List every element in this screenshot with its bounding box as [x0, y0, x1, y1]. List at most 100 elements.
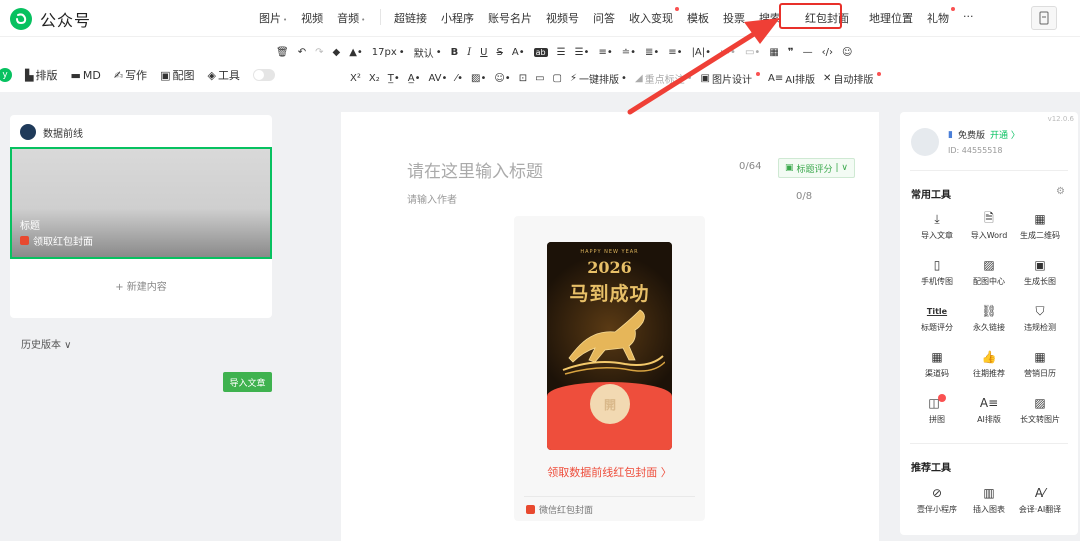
tool-ai-translate[interactable]: A⁄ 会译·AI翻译 — [1014, 484, 1066, 515]
subscript-icon[interactable]: X₂ — [369, 73, 380, 84]
nav-hyperlink[interactable]: 超链接 — [387, 8, 434, 28]
nav-monetize[interactable]: 收入变现 — [622, 7, 680, 28]
tab-layout[interactable]: ▙ 排版 — [25, 67, 57, 83]
tab-tools[interactable]: ◈ 工具 — [207, 67, 239, 83]
nav-gift[interactable]: 礼物 — [920, 7, 956, 28]
font-effect-icon[interactable]: A̲• — [408, 73, 421, 84]
tool-channel-code[interactable]: ▦ 渠道码 — [911, 348, 963, 379]
tool-import-word[interactable]: 🗎 导入Word — [963, 210, 1015, 241]
line-height-icon[interactable]: ≐• — [622, 47, 636, 58]
text-style-icon[interactable]: T̲• — [388, 73, 400, 84]
find-replace-icon[interactable]: ⊡ — [519, 73, 527, 84]
author-input[interactable]: 请输入作者 — [407, 191, 457, 206]
red-packet-icon — [526, 505, 535, 514]
tab-illustration[interactable]: ▣ 配图 — [160, 67, 194, 83]
logo[interactable]: 公众号 — [10, 7, 91, 31]
code-icon[interactable]: ‹/› — [822, 47, 833, 58]
background-color-icon[interactable]: ab — [533, 48, 548, 57]
superscript-icon[interactable]: X² — [350, 73, 361, 84]
undo-icon[interactable]: ↶ — [298, 47, 306, 58]
font-family-select[interactable]: 默认 • — [414, 45, 442, 60]
magic-wand-icon[interactable]: ⁄• — [455, 73, 463, 84]
italic-icon[interactable]: I — [467, 47, 471, 58]
tool-ai-layout[interactable]: A≡ AI排版 — [963, 394, 1015, 425]
tool-title-score[interactable]: Title 标题评分 — [911, 302, 963, 333]
tool-marketing-calendar[interactable]: ▦ 营销日历 — [1014, 348, 1066, 379]
clipboard-icon[interactable]: ▢ — [553, 73, 562, 84]
nav-mini-program[interactable]: 小程序 — [434, 8, 481, 28]
paragraph-spacing-icon[interactable]: ≡• — [668, 47, 682, 58]
import-article-button[interactable]: 导入文章 — [223, 372, 272, 392]
tool-phone-upload[interactable]: ▯ 手机传图 — [911, 256, 963, 287]
new-dot — [877, 71, 882, 76]
markdown-icon: ▬ — [70, 68, 81, 82]
ordered-list-icon[interactable]: ☰• — [575, 47, 590, 58]
margin-icon[interactable]: ≔• — [720, 47, 736, 58]
tab-markdown[interactable]: ▬ MD — [70, 69, 100, 82]
paint-bucket-icon[interactable]: ▲• — [349, 47, 363, 58]
new-dot — [675, 7, 679, 11]
nav-audio[interactable]: 音频 • — [330, 8, 372, 28]
nav-location[interactable]: 地理位置 — [862, 8, 920, 28]
auto-layout-button[interactable]: ✕ 自动排版 — [823, 71, 873, 86]
tool-puzzle[interactable]: ◫ 拼图 — [911, 394, 963, 425]
html-icon[interactable]: ▭ — [535, 73, 544, 84]
letter-spacing-icon[interactable]: |A|• — [692, 47, 711, 58]
nav-account-card[interactable]: 账号名片 — [481, 8, 539, 28]
bold-icon[interactable]: B — [451, 47, 459, 58]
red-packet-cover-card[interactable]: HAPPY NEW YEAR 2026 马到成功 開 领取数据前线红包封面 〉 … — [514, 216, 705, 521]
ai-layout-button[interactable]: A≡ AI排版 — [768, 71, 815, 86]
quote-icon[interactable]: ❞ — [788, 47, 794, 58]
tool-permanent-link[interactable]: ⛓ 永久链接 — [963, 302, 1015, 333]
nav-vote[interactable]: 投票 — [716, 8, 752, 28]
gear-icon[interactable]: ⚙ — [1056, 186, 1065, 197]
tool-import-article[interactable]: ⤓ 导入文章 — [911, 210, 963, 241]
table-icon[interactable]: ▦ — [769, 47, 778, 58]
tools-toggle[interactable] — [252, 69, 275, 81]
divider-style-icon[interactable]: ▭• — [745, 47, 760, 58]
list-icon[interactable]: ☰ — [557, 47, 566, 58]
sticker-icon[interactable]: ☺• — [494, 73, 510, 84]
underline-icon[interactable]: U — [480, 47, 487, 58]
tool-insert-chart[interactable]: ▥ 插入图表 — [963, 484, 1015, 515]
nav-video[interactable]: 视频 — [294, 8, 330, 28]
indent-icon[interactable]: ≣• — [645, 47, 659, 58]
tool-generate-qrcode[interactable]: ▦ 生成二维码 — [1014, 210, 1066, 241]
emoji-icon[interactable]: ☺ — [842, 47, 852, 58]
tool-mini-program[interactable]: ⊘ 壹伴小程序 — [911, 484, 963, 515]
title-input[interactable]: 请在这里输入标题 — [407, 157, 543, 182]
nav-image[interactable]: 图片 • — [252, 8, 294, 28]
clear-format-icon[interactable]: 🗑 — [276, 47, 289, 58]
nav-more[interactable]: ··· — [956, 8, 981, 28]
format-painter-icon[interactable]: ◆ — [332, 47, 340, 58]
tool-violation-check[interactable]: ⛉ 违规检测 — [1014, 302, 1066, 333]
nav-channels[interactable]: 视频号 — [539, 8, 586, 28]
tool-long-image[interactable]: ▣ 生成长图 — [1014, 256, 1066, 287]
word-icon: 🗎 — [984, 210, 994, 225]
horizontal-rule-icon[interactable]: — — [803, 47, 813, 58]
new-content-button[interactable]: + 新建内容 — [10, 278, 272, 293]
image-design-button[interactable]: ▣ 图片设计 — [701, 71, 752, 86]
align-icon[interactable]: ≡• — [598, 47, 612, 58]
tool-text-to-image[interactable]: ▨ 长文转图片 — [1014, 394, 1066, 425]
highlight-tool-button[interactable]: ◢ 重点标注 • — [635, 71, 693, 86]
font-color-icon[interactable]: A• — [512, 47, 525, 58]
upgrade-link[interactable]: 开通 〉 — [990, 128, 1020, 141]
tool-past-recommend[interactable]: 👍 往期推荐 — [963, 348, 1015, 379]
picture-style-icon[interactable]: ▨• — [471, 73, 486, 84]
nav-qa[interactable]: 问答 — [586, 8, 622, 28]
claim-cover-link[interactable]: 领取数据前线红包封面 〉 — [514, 464, 705, 480]
preview-button[interactable] — [1031, 6, 1057, 30]
tab-writing[interactable]: ✍ 写作 — [114, 67, 147, 83]
one-click-layout-button[interactable]: ⚡ 一键排版 • — [570, 71, 627, 86]
strikethrough-icon[interactable]: S — [497, 47, 503, 58]
history-version-dropdown[interactable]: 历史版本 ∨ — [21, 336, 72, 351]
character-spacing-icon[interactable]: AV• — [428, 73, 447, 84]
nav-template[interactable]: 模板 — [680, 8, 716, 28]
redo-icon[interactable]: ↷ — [315, 47, 323, 58]
tool-image-center[interactable]: ▨ 配图中心 — [963, 256, 1015, 287]
toolbar-row-2: X² X₂ T̲• A̲• AV• ⁄• ▨• ☺• ⊡ ▭ ▢ ⚡ 一键排版 • … — [350, 71, 882, 86]
draft-article-item[interactable]: 标题 领取红包封面 — [10, 147, 272, 259]
title-score-button[interactable]: ▣ 标题评分 | ∨ — [778, 158, 855, 178]
font-size-select[interactable]: 17px • — [372, 47, 405, 58]
